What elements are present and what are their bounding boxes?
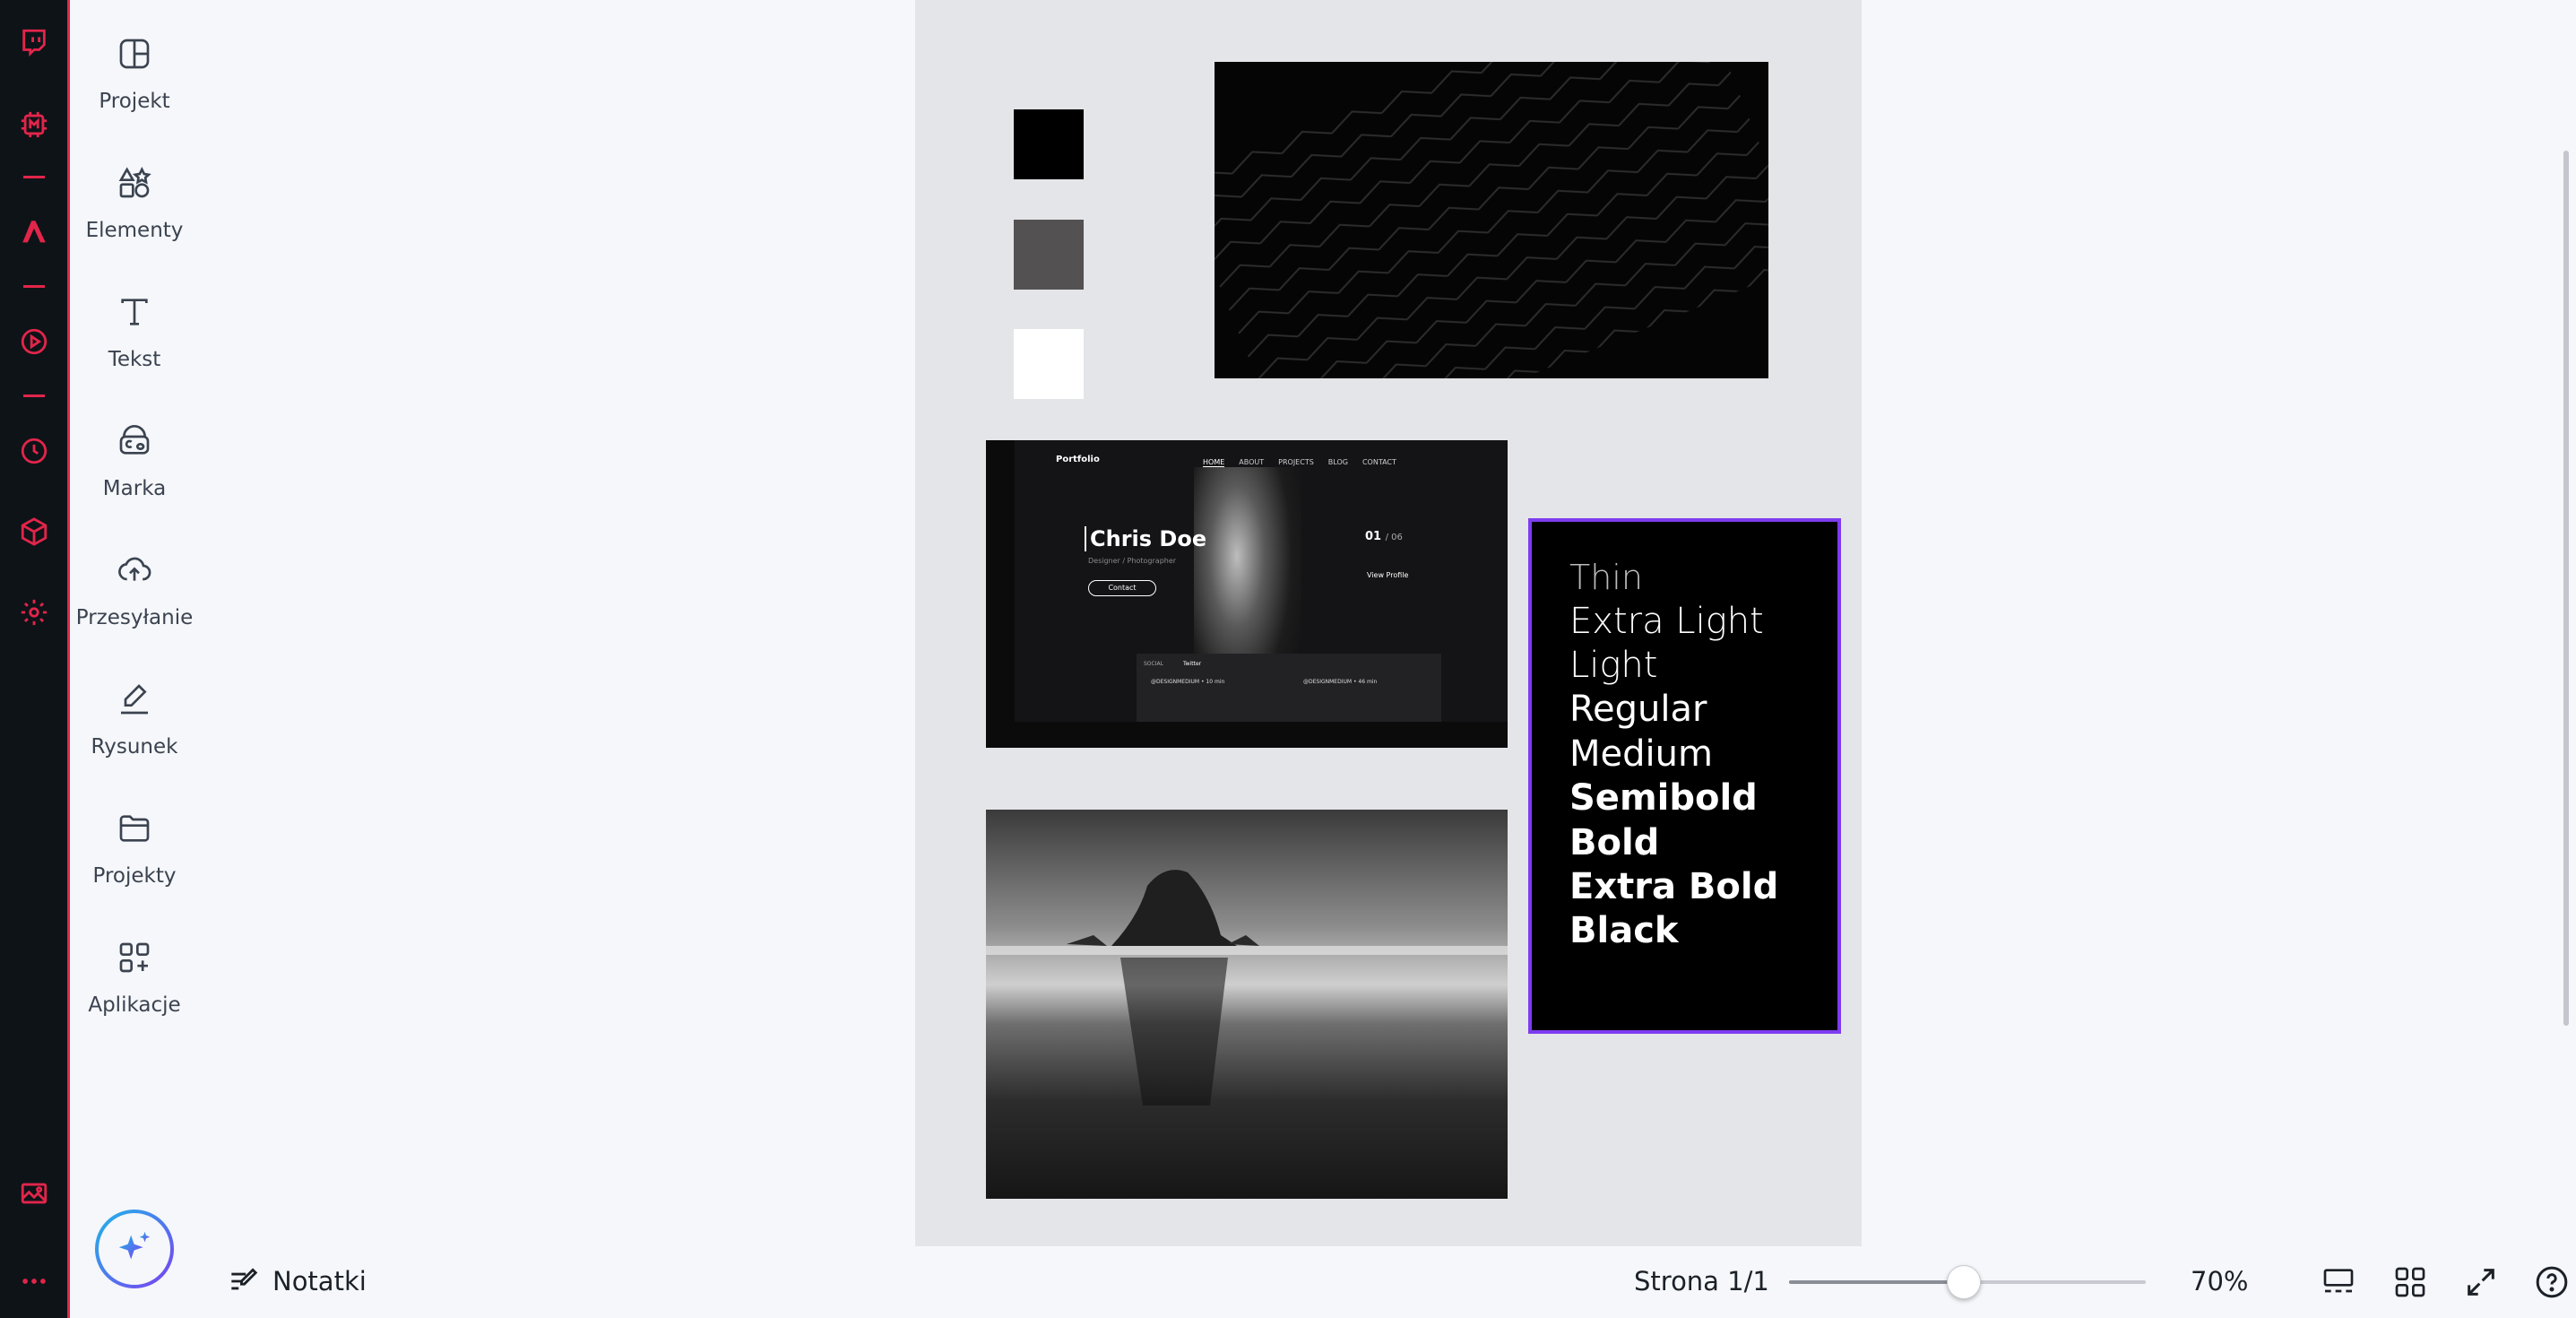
pen-tool-icon[interactable] [17, 215, 51, 249]
sparkle-icon [118, 1231, 151, 1260]
mockup-counter: 01 / 06 [1365, 530, 1403, 543]
mockup-nav: HOME ABOUT PROJECTS BLOG CONTACT [1203, 458, 1396, 467]
shapes-icon [115, 163, 154, 203]
color-swatch-white[interactable] [1014, 329, 1084, 399]
weight-thin: Thin [1569, 558, 1643, 597]
zoom-slider-handle[interactable] [1947, 1265, 1982, 1299]
weight-semibold: Semibold [1569, 777, 1758, 819]
zigzag-pattern-image[interactable] [1215, 62, 1768, 378]
folder-icon [115, 809, 154, 848]
tool-label: Marka [102, 477, 167, 500]
grid-view-button[interactable] [2390, 1262, 2430, 1302]
magic-assistant-button[interactable] [95, 1210, 174, 1288]
weight-medium: Medium [1569, 733, 1713, 775]
portfolio-website-mockup[interactable]: Portfolio HOME ABOUT PROJECTS BLOG CONTA… [986, 440, 1508, 748]
cube-icon[interactable] [17, 515, 51, 549]
mockup-name: Chris Doe [1085, 526, 1206, 551]
mockup-social-panel: SOCIAL Twitter @DESIGNMEDIUM • 10 min @D… [1137, 654, 1441, 722]
tool-projekt[interactable]: Projekt [70, 34, 199, 142]
bottom-toolbar: Notatki Strona 1/1 70% [199, 1246, 2576, 1318]
tool-label: Projekt [99, 90, 170, 113]
color-swatch-black[interactable] [1014, 109, 1084, 179]
zoom-slider[interactable] [1789, 1265, 2146, 1299]
tool-przesylanie[interactable]: Przesyłanie [70, 551, 199, 658]
mockup-post: @DESIGNMEDIUM • 10 min [1151, 679, 1225, 685]
mockup-panel-label: SOCIAL [1144, 661, 1163, 667]
pages-view-icon [2323, 1269, 2354, 1293]
color-swatch-gray[interactable] [1014, 220, 1084, 290]
brand-icon [115, 421, 154, 461]
weight-bold: Bold [1569, 822, 1660, 863]
grid-view-icon [2395, 1267, 2425, 1297]
twitch-icon[interactable] [17, 25, 51, 59]
tool-rysunek[interactable]: Rysunek [70, 680, 199, 787]
tool-label: Aplikacje [88, 993, 181, 1017]
mockup-panel-tab: Twitter [1183, 661, 1202, 667]
mockup-post: @DESIGNMEDIUM • 46 min [1303, 679, 1378, 685]
mockup-counter-total: / 06 [1385, 533, 1403, 542]
mockup-nav-item: BLOG [1327, 458, 1348, 466]
mockup-counter-current: 01 [1365, 530, 1382, 543]
draw-icon [115, 680, 154, 719]
help-icon [2536, 1266, 2568, 1298]
mockup-contact-button: Contact [1088, 580, 1156, 596]
mockup-nav-item: PROJECTS [1278, 458, 1314, 466]
text-icon [115, 292, 154, 332]
app-rail [0, 0, 70, 1318]
weight-extra-light: Extra Light [1569, 601, 1764, 642]
tool-label: Rysunek [91, 735, 178, 759]
notes-label: Notatki [272, 1266, 367, 1296]
mockup-screen: Portfolio HOME ABOUT PROJECTS BLOG CONTA… [1015, 440, 1508, 722]
mockup-nav-item: ABOUT [1239, 458, 1265, 466]
apps-icon [115, 938, 154, 977]
help-button[interactable] [2532, 1262, 2572, 1302]
mockup-view-profile: View Profile [1367, 571, 1409, 579]
vertical-scrollbar[interactable] [2563, 151, 2569, 1026]
tool-label: Elementy [85, 219, 184, 242]
tool-label: Tekst [108, 348, 161, 371]
fullscreen-icon [2468, 1269, 2494, 1296]
weight-extra-bold: Extra Bold [1569, 866, 1779, 907]
zoom-slider-fill [1789, 1280, 1965, 1284]
tool-label: Przesyłanie [75, 606, 194, 629]
mockup-brand: Portfolio [1056, 455, 1100, 464]
page-indicator[interactable]: Strona 1/1 [1634, 1266, 1769, 1296]
weight-regular: Regular [1569, 689, 1707, 730]
tools-sidebar: Projekt Elementy Tekst Marka Przesyłanie… [70, 0, 199, 1246]
font-weights-textbox[interactable]: Thin Extra Light Light Regular Medium Se… [1528, 518, 1841, 1034]
tool-elementy[interactable]: Elementy [70, 163, 199, 271]
clock-icon[interactable] [17, 434, 51, 468]
play-circle-icon[interactable] [17, 325, 51, 359]
memory-chip-icon[interactable] [17, 108, 51, 142]
beach-rock-photo[interactable] [986, 810, 1508, 1199]
rail-divider [23, 285, 45, 288]
tool-aplikacje[interactable]: Aplikacje [70, 938, 199, 1045]
gallery-icon[interactable] [17, 1176, 51, 1210]
fullscreen-button[interactable] [2461, 1262, 2501, 1302]
tool-projekty[interactable]: Projekty [70, 809, 199, 916]
more-icon[interactable] [17, 1264, 51, 1298]
mockup-nav-item: HOME [1203, 458, 1225, 467]
tool-marka[interactable]: Marka [70, 421, 199, 529]
tool-tekst[interactable]: Tekst [70, 292, 199, 400]
zoom-level[interactable]: 70% [2191, 1266, 2248, 1296]
mockup-subtitle: Designer / Photographer [1088, 557, 1177, 565]
mockup-nav-item: CONTACT [1361, 458, 1396, 466]
notes-icon [231, 1268, 258, 1290]
pages-view-button[interactable] [2319, 1262, 2358, 1302]
cloud-upload-icon [115, 551, 154, 590]
layout-icon [115, 34, 154, 74]
tool-label: Projekty [92, 864, 177, 888]
weight-black: Black [1569, 910, 1679, 951]
weight-light: Light [1569, 645, 1658, 686]
rail-divider [23, 395, 45, 397]
rail-divider [23, 176, 45, 178]
settings-icon[interactable] [17, 595, 51, 629]
notes-button[interactable]: Notatki [226, 1264, 367, 1298]
